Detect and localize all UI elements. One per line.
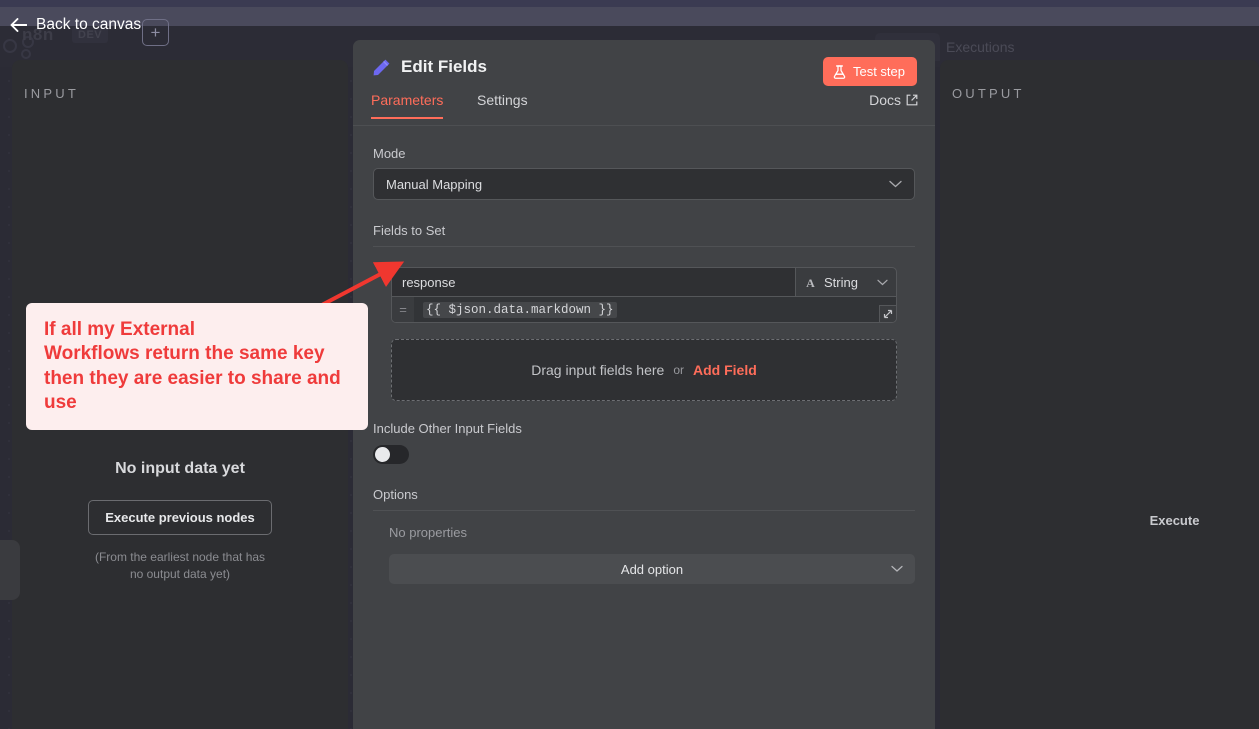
- output-panel: OUTPUT Execute: [940, 60, 1259, 729]
- field-name-input[interactable]: [391, 267, 795, 297]
- pencil-icon: [372, 58, 391, 77]
- top-strip: [0, 0, 1259, 7]
- test-step-label: Test step: [852, 64, 905, 79]
- expression-text: {{ $json.data.markdown }}: [423, 301, 617, 318]
- test-step-button[interactable]: Test step: [822, 57, 917, 86]
- field-type-select[interactable]: A String: [795, 267, 897, 297]
- no-input-data-title: No input data yet: [115, 460, 245, 477]
- field-type-label: String: [824, 274, 858, 290]
- expression-toggle[interactable]: =: [392, 297, 414, 322]
- add-option-label: Add option: [620, 561, 684, 577]
- expand-corner-icon[interactable]: [879, 305, 896, 322]
- panel-resize-handle[interactable]: [0, 540, 20, 600]
- fields-to-set-label: Fields to Set: [373, 223, 915, 247]
- dropzone-text: Drag input fields here: [531, 362, 665, 378]
- chevron-down-icon: [891, 565, 903, 573]
- execute-previous-nodes-button[interactable]: Execute previous nodes: [88, 500, 272, 535]
- ndv-title: Edit Fields: [401, 57, 487, 76]
- chevron-down-icon: [877, 279, 888, 286]
- output-execute-button[interactable]: Execute: [1150, 513, 1200, 528]
- annotation-line-1: If all my External: [44, 319, 196, 340]
- annotation-callout: If all my External Workflows return the …: [26, 303, 368, 431]
- add-option-button[interactable]: Add option: [389, 554, 915, 584]
- tab-settings[interactable]: Settings: [477, 92, 528, 117]
- assignment-row: A String = {{ $json.data.markdown: [391, 267, 897, 323]
- drag-input-fields-dropzone[interactable]: Drag input fields here or Add Field: [391, 339, 897, 401]
- chevron-down-icon: [889, 180, 902, 188]
- annotation-line-3: then they are easier to share and use: [44, 367, 341, 413]
- back-to-canvas-label: Back to canvas: [36, 16, 142, 33]
- back-to-canvas-button[interactable]: Back to canvas: [10, 16, 141, 34]
- field-value-expression[interactable]: {{ $json.data.markdown }}: [414, 297, 896, 322]
- execute-hint-line1: (From the earliest node that has: [94, 550, 266, 564]
- no-properties-text: No properties: [389, 525, 468, 540]
- include-other-input-fields-toggle[interactable]: [373, 445, 409, 464]
- add-field-button[interactable]: Add Field: [693, 362, 757, 378]
- mode-label: Mode: [373, 146, 406, 161]
- text-type-icon: A: [804, 276, 817, 289]
- dropzone-or: or: [673, 363, 684, 377]
- ndv-parameters-body: Mode Manual Mapping Fields to Set A: [353, 146, 935, 584]
- docs-link[interactable]: Docs: [869, 92, 918, 108]
- svg-text:A: A: [806, 276, 815, 289]
- docs-label: Docs: [869, 92, 901, 108]
- options-body: No properties Add option: [373, 525, 915, 584]
- ndv-header: Edit Fields Test step: [353, 40, 935, 92]
- node-details-panel: Edit Fields Test step Parameters Setting…: [353, 40, 935, 729]
- tab-parameters[interactable]: Parameters: [371, 92, 444, 119]
- mode-value: Manual Mapping: [386, 176, 483, 192]
- include-other-input-fields-label: Include Other Input Fields: [373, 421, 522, 436]
- add-node-button[interactable]: +: [142, 19, 169, 46]
- assignments-container: A String = {{ $json.data.markdown: [373, 267, 915, 401]
- annotation-line-2: Workflows return the same key: [44, 343, 325, 365]
- output-empty-state: Execute: [940, 512, 1259, 530]
- output-panel-title: OUTPUT: [952, 86, 1025, 101]
- execute-hint-line2: no output data yet): [129, 567, 231, 582]
- external-link-icon: [906, 94, 918, 106]
- arrow-left-icon: [10, 18, 27, 32]
- options-label: Options: [373, 487, 915, 511]
- input-empty-state: No input data yet Execute previous nodes…: [12, 460, 348, 584]
- mode-select[interactable]: Manual Mapping: [373, 168, 915, 200]
- ndv-tab-bar: Parameters Settings Docs: [353, 92, 935, 126]
- input-panel-title: INPUT: [24, 86, 79, 101]
- execute-hint: (From the earliest node that has no outp…: [12, 549, 348, 584]
- flask-icon: [833, 64, 846, 79]
